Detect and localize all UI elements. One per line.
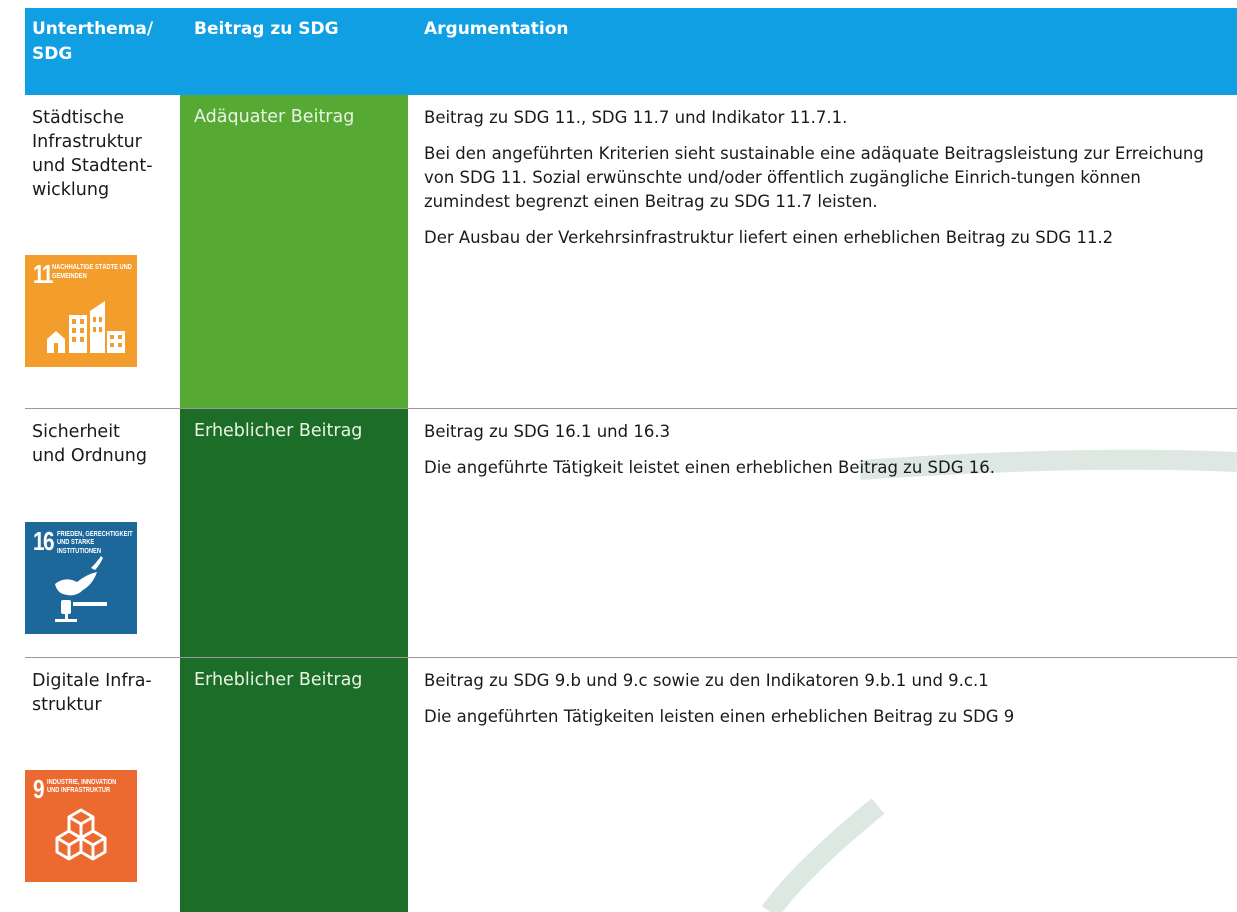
table-row: Sicherheit und Ordnung 16 FRIEDEN, GEREC… [25, 408, 1237, 658]
argument-text: Beitrag zu SDG 11., SDG 11.7 und Indikat… [424, 108, 848, 127]
table-row: Digitale Infra-struktur 9 INDUSTRIE, INN… [25, 657, 1237, 912]
cubes-graphic [55, 808, 107, 860]
contribution-substantial: Erheblicher Beitrag [194, 669, 363, 690]
table-header-row: Unterthema/ SDG Beitrag zu SDG Argumenta… [25, 8, 1237, 95]
argument-text: Der Ausbau der Verkehrsinfrastruktur lie… [424, 228, 1114, 247]
header-subtopic: Unterthema/ SDG [25, 8, 180, 95]
dove-gavel-graphic [55, 555, 107, 622]
contribution-adequate: Adäquater Beitrag [194, 107, 355, 127]
argument-cell: Beitrag zu SDG 16.1 und 16.3 Die angefüh… [408, 408, 1237, 658]
argument-text: Die angeführten Tätigkeiten leisten eine… [424, 706, 1015, 726]
header-argumentation: Argumentation [408, 8, 1237, 95]
argument-cell: Beitrag zu SDG 11., SDG 11.7 und Indikat… [408, 95, 1237, 409]
sdg-16-peace-icon: 16 FRIEDEN, GERECHTIGKEIT UND STARKE INS… [25, 521, 137, 634]
table-row: Städtische Infrastruktur und Stadtent-wi… [25, 95, 1237, 409]
header-contribution: Beitrag zu SDG [180, 8, 408, 95]
sdg-9-industry-icon: 9 INDUSTRIE, INNOVATION UND INFRASTRUKTU… [25, 769, 137, 882]
contribution-cell: Erheblicher Beitrag [180, 408, 408, 658]
argument-text: Die angeführte Tätigkeit leistet einen e… [424, 457, 995, 477]
subtopic-label: Digitale Infra-struktur [32, 670, 152, 715]
contribution-substantial: Erheblicher Beitrag [194, 420, 363, 441]
subtopic-cell: Digitale Infra-struktur 9 INDUSTRIE, INN… [25, 657, 180, 912]
subtopic-label: Städtische Infrastruktur und Stadtent-wi… [32, 108, 153, 200]
subtopic-cell: Sicherheit und Ordnung 16 FRIEDEN, GEREC… [25, 408, 180, 658]
argument-cell: Beitrag zu SDG 9.b und 9.c sowie zu den … [408, 657, 1237, 912]
argument-text: Beitrag zu SDG 9.b und 9.c sowie zu den … [424, 670, 989, 690]
argument-text: Beitrag zu SDG 16.1 und 16.3 [424, 421, 671, 441]
sdg-contribution-table: Unterthema/ SDG Beitrag zu SDG Argumenta… [25, 8, 1237, 912]
argument-text: Bei den angeführten Kriterien sieht sust… [424, 144, 1204, 211]
contribution-cell: Adäquater Beitrag [180, 95, 408, 409]
sdg-11-cities-icon: 11 NACHHALTIGE STÄDTE UND GEMEINDEN [25, 255, 137, 367]
contribution-cell: Erheblicher Beitrag [180, 657, 408, 912]
subtopic-label: Sicherheit und Ordnung [32, 421, 148, 466]
city-buildings-graphic [47, 301, 125, 353]
subtopic-cell: Städtische Infrastruktur und Stadtent-wi… [25, 95, 180, 409]
